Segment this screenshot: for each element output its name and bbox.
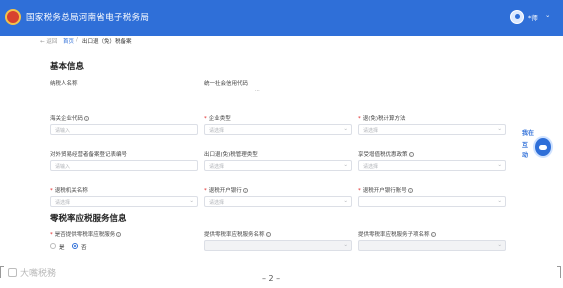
refund-method-label: * 退(免)税计算方法	[358, 116, 406, 122]
form-panel: 基本信息 纳税人名称 统一社会信用代码 ··· 海关企业代码 i 请输入 * 企业类…	[40, 52, 536, 266]
refund-account-label: * 退税开户银行账号 i	[358, 186, 413, 194]
chevron-down-icon: ⌄	[189, 198, 194, 204]
service-name-select[interactable]: ⌄	[204, 240, 352, 251]
chevron-down-icon: ⌄	[497, 162, 502, 168]
export-management-select[interactable]: 请选择 ⌄	[204, 160, 352, 171]
refund-method-select[interactable]: 请选择 ⌄	[358, 124, 506, 135]
trade-registration-input[interactable]: 请输入	[50, 160, 198, 171]
vat-policy-select[interactable]: 请选择 ⌄	[358, 160, 506, 171]
chevron-down-icon: ⌄	[497, 126, 502, 132]
enterprise-type-select[interactable]: 请选择 ⌄	[204, 124, 352, 135]
customs-code-input[interactable]: 请输入	[50, 124, 198, 135]
page-corner-right	[557, 266, 561, 278]
breadcrumb-separator: /	[76, 37, 78, 43]
taxpayer-name-label: 纳税人名称	[50, 81, 78, 87]
info-icon[interactable]: i	[84, 116, 90, 121]
chat-text-3: 动	[522, 152, 529, 159]
export-management-label: 出口退(免)税管理类型	[204, 152, 258, 158]
watermark-icon	[8, 268, 17, 277]
radio-yes[interactable]	[50, 243, 56, 249]
watermark: 大嘴税務	[20, 269, 57, 279]
refund-bank-label: * 退税开户银行 i	[204, 186, 248, 194]
service-name-label: 提供零税率应税服务名称 i	[204, 230, 271, 238]
info-icon[interactable]: i	[430, 232, 436, 237]
info-icon[interactable]: i	[242, 188, 248, 193]
chevron-down-icon[interactable]: ⌄	[545, 11, 550, 19]
chevron-down-icon: ⌄	[343, 126, 348, 132]
service-subitem-select[interactable]: ⌄	[358, 240, 506, 251]
site-title: 国家税务总局河南省电子税务局	[26, 13, 150, 23]
breadcrumb-current: 出口退（免）税备案	[82, 39, 132, 45]
vat-policy-label: 享受增值税优惠政策 i	[358, 150, 414, 158]
breadcrumb: ← 返回 首页 / 出口退（免）税备案	[0, 36, 563, 48]
chevron-down-icon: ⌄	[343, 162, 348, 168]
credit-code-value: ···	[255, 88, 260, 94]
info-icon[interactable]: i	[407, 188, 413, 193]
chevron-down-icon: ⌄	[343, 198, 348, 204]
trade-registration-label: 对外贸易经营者备案登记表编号	[50, 152, 128, 158]
credit-code-label: 统一社会信用代码	[204, 81, 249, 87]
chat-text-1: 我在	[522, 130, 535, 137]
page-number: – 2 –	[262, 274, 281, 283]
radio-no-label[interactable]: 否	[81, 243, 87, 251]
provide-service-label: * 是否提供零税率应税服务 i	[50, 230, 122, 238]
zero-rate-title: 零税率应税服务信息	[50, 214, 127, 224]
chat-assistant-widget[interactable]: 我在 互 动	[520, 126, 556, 166]
tax-office-select[interactable]: 请选择 ⌄	[50, 196, 198, 207]
info-icon[interactable]: i	[408, 152, 414, 157]
tax-emblem-icon	[5, 9, 21, 25]
avatar[interactable]	[510, 10, 524, 24]
customs-code-label: 海关企业代码 i	[50, 114, 90, 122]
chat-text-2: 互	[522, 142, 529, 149]
refund-bank-select[interactable]: 请选择 ⌄	[204, 196, 352, 207]
chevron-down-icon: ⌄	[497, 198, 502, 204]
refund-account-select[interactable]: ⌄	[358, 196, 506, 207]
service-subitem-label: 提供零税率应税服务子项名称 i	[358, 230, 436, 238]
chevron-down-icon: ⌄	[497, 242, 502, 248]
breadcrumb-home[interactable]: 首页	[63, 37, 74, 45]
info-icon[interactable]: i	[116, 232, 122, 237]
tax-office-label: * 退税机关名称	[50, 188, 88, 194]
enterprise-type-label: * 企业类型	[204, 116, 231, 122]
user-name[interactable]: *师	[528, 12, 538, 22]
back-link[interactable]: ← 返回	[40, 37, 57, 45]
radio-no[interactable]	[72, 243, 78, 249]
chevron-down-icon: ⌄	[343, 242, 348, 248]
basic-info-title: 基本信息	[50, 62, 85, 72]
radio-yes-label[interactable]: 是	[59, 243, 65, 251]
robot-assistant-icon[interactable]	[533, 136, 553, 158]
top-bar: 国家税务总局河南省电子税务局 *师 ⌄	[0, 0, 563, 36]
page-corner-left	[0, 266, 4, 278]
info-icon[interactable]: i	[265, 232, 271, 237]
